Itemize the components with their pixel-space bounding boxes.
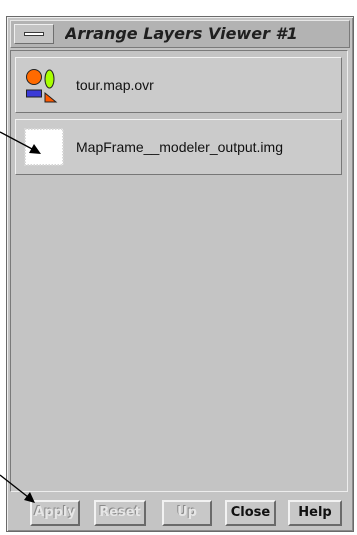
button-bar: Apply Reset Up Close Help	[10, 495, 348, 529]
window-title: Arrange Layers Viewer #1	[65, 24, 298, 43]
window-menu-icon	[24, 32, 44, 36]
arrange-layers-window: Arrange Layers Viewer #1 tour.map.ovr Ma…	[6, 16, 354, 532]
annotation-circle-shape	[26, 69, 42, 85]
close-button[interactable]: Close	[225, 500, 276, 526]
annotation-ellipse-shape	[44, 69, 55, 89]
help-button[interactable]: Help	[288, 500, 342, 526]
layer-row-annotation[interactable]: tour.map.ovr	[15, 57, 342, 113]
layer-row-raster[interactable]: MapFrame__modeler_output.img	[15, 119, 342, 175]
annotation-triangle-shape	[44, 91, 58, 103]
layer-name: tour.map.ovr	[76, 77, 154, 93]
layer-name: MapFrame__modeler_output.img	[76, 139, 283, 155]
annotation-rect-shape	[26, 89, 42, 98]
apply-button[interactable]: Apply	[30, 500, 80, 526]
window-menu-button[interactable]	[14, 24, 54, 44]
vector-annotation-icon	[26, 69, 58, 103]
title-bar[interactable]: Arrange Layers Viewer #1	[10, 20, 350, 48]
up-button[interactable]: Up	[162, 500, 212, 526]
reset-button[interactable]: Reset	[94, 500, 146, 526]
raster-image-icon	[24, 128, 64, 166]
layer-list: tour.map.ovr MapFrame__modeler_output.im…	[10, 50, 348, 492]
